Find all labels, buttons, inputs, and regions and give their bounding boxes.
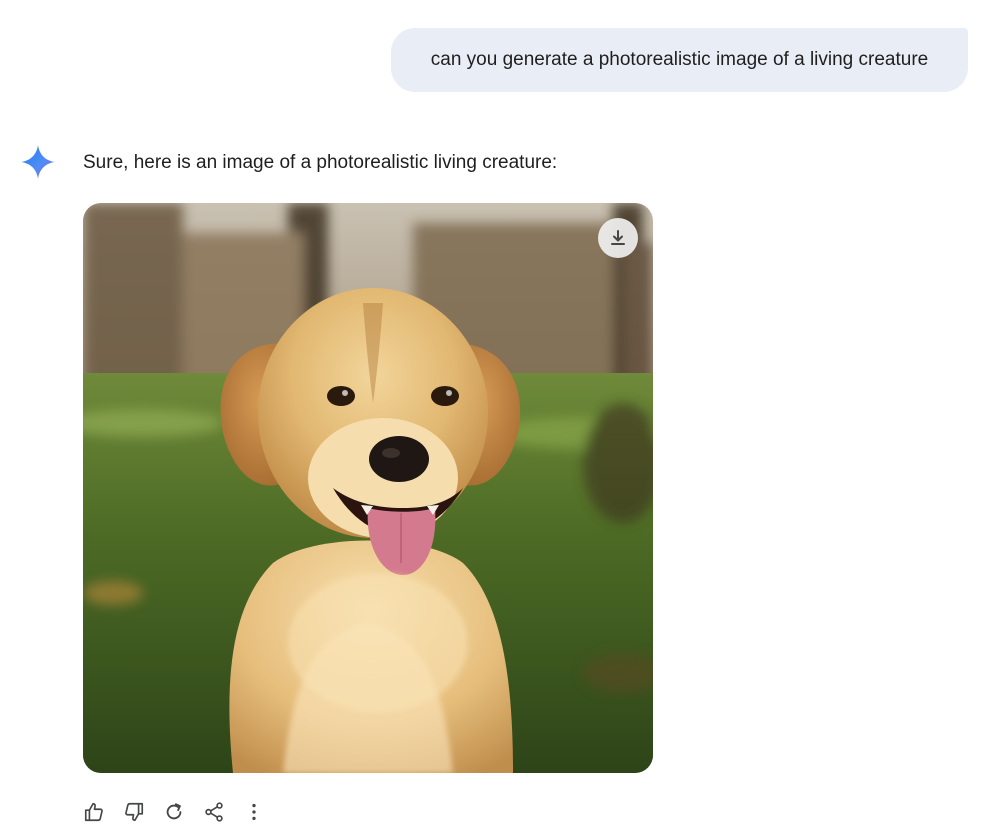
download-button[interactable] — [598, 218, 638, 258]
generated-image-card[interactable] — [83, 203, 653, 773]
gemini-sparkle-icon — [21, 145, 55, 179]
more-options-button[interactable] — [240, 798, 268, 826]
user-message-bubble: can you generate a photorealistic image … — [391, 28, 968, 92]
golden-retriever-photo[interactable] — [83, 203, 653, 773]
thumb-down-icon — [125, 802, 144, 822]
regenerate-icon — [166, 803, 182, 820]
share-button[interactable] — [200, 798, 228, 826]
thumb-up-button[interactable] — [80, 798, 108, 826]
share-icon — [205, 802, 223, 822]
thumb-down-button[interactable] — [120, 798, 148, 826]
thumb-up-icon — [84, 802, 103, 822]
response-action-bar — [80, 798, 280, 826]
response-text: Sure, here is an image of a photorealist… — [83, 152, 558, 173]
regenerate-button[interactable] — [160, 798, 188, 826]
more-options-icon — [252, 803, 256, 821]
user-message-text: can you generate a photorealistic image … — [430, 49, 929, 70]
download-icon — [611, 230, 625, 245]
